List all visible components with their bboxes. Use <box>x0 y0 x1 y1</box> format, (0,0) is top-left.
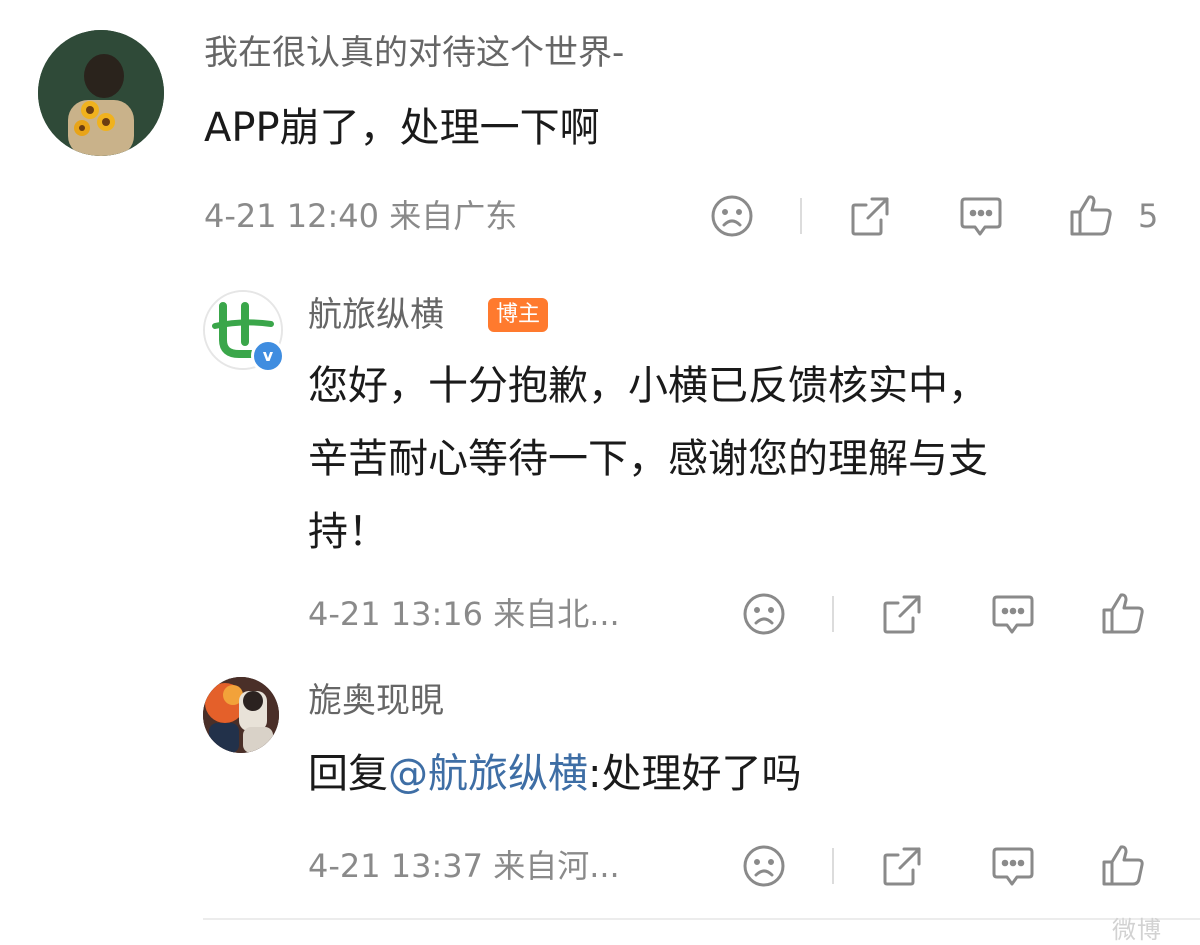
reply-body: :处理好了吗 <box>588 751 802 797</box>
like-icon[interactable] <box>1100 590 1146 636</box>
action-separator <box>832 596 834 632</box>
like-count: 5 <box>1138 197 1159 235</box>
comment-meta: 4-21 12:40 来自广东 <box>204 197 518 235</box>
bottom-divider <box>203 918 1200 920</box>
comment-icon[interactable] <box>990 592 1036 636</box>
blogger-badge: 博主 <box>488 298 549 332</box>
commenter-avatar[interactable] <box>38 30 164 156</box>
reply-meta: 4-21 13:37 来自河... <box>308 847 620 885</box>
sad-face-icon[interactable] <box>742 844 786 888</box>
reply-avatar-user[interactable] <box>203 677 279 753</box>
action-separator <box>832 848 834 884</box>
share-icon[interactable] <box>880 844 924 888</box>
action-separator <box>800 198 802 234</box>
comment-icon[interactable] <box>958 194 1004 238</box>
reply-username[interactable]: 航旅纵横 <box>308 292 444 338</box>
reply-prefix: 回复 <box>308 751 388 797</box>
like-icon[interactable] <box>1100 842 1146 888</box>
sad-face-icon[interactable] <box>710 194 754 238</box>
commenter-username[interactable]: 我在很认真的对待这个世界- <box>204 30 624 76</box>
comment-text: APP崩了，处理一下啊 <box>204 105 600 151</box>
verified-badge-icon: v <box>251 339 285 373</box>
reply-text-line: 您好，十分抱歉，小横已反馈核实中， <box>308 363 988 409</box>
reply-text: 回复@航旅纵横:处理好了吗 <box>308 748 801 800</box>
reply-meta: 4-21 13:16 来自北... <box>308 595 620 633</box>
comment-icon[interactable] <box>990 844 1036 888</box>
reply-text-line: 辛苦耐心等待一下，感谢您的理解与支 <box>308 436 988 482</box>
share-icon[interactable] <box>880 592 924 636</box>
mention-link[interactable]: @航旅纵横 <box>388 751 588 797</box>
share-icon[interactable] <box>848 194 892 238</box>
reply-text-line: 持！ <box>308 509 388 555</box>
sad-face-icon[interactable] <box>742 592 786 636</box>
like-icon[interactable] <box>1068 192 1114 238</box>
reply-username[interactable]: 旎奥现晛 <box>308 678 444 724</box>
